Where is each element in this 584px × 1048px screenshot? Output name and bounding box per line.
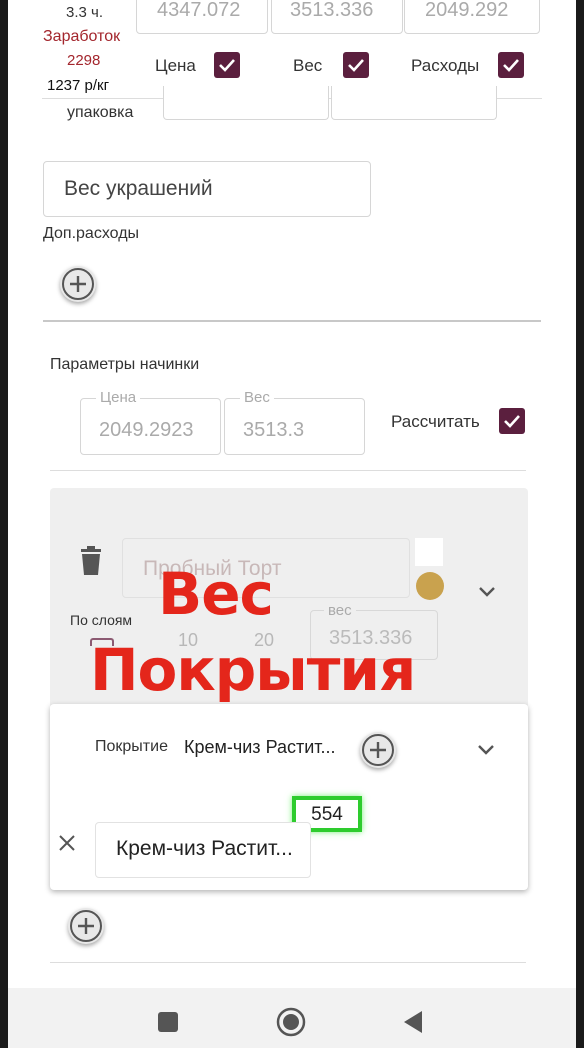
plus-icon bbox=[362, 734, 394, 766]
price-per-kg: 1237 р/кг bbox=[47, 77, 110, 94]
check-expenses-checkbox[interactable] bbox=[498, 52, 524, 78]
decoration-weight-input[interactable]: Вес украшений bbox=[43, 161, 371, 217]
back-triangle-icon[interactable] bbox=[402, 1010, 424, 1034]
add-coating-button[interactable] bbox=[360, 732, 396, 768]
top-field-3[interactable]: 2049.292 bbox=[404, 0, 540, 34]
overlay-caption-line2: Покрытия bbox=[90, 636, 416, 704]
filling-price-legend: Цена bbox=[96, 389, 141, 406]
cake-weight-legend: вес bbox=[324, 602, 356, 619]
filling-weight-value: 3513.3 bbox=[243, 419, 305, 441]
packaging-field-1[interactable] bbox=[163, 86, 329, 120]
coating-item-name: Крем-чиз Растит... bbox=[116, 837, 293, 860]
check-weight-checkbox[interactable] bbox=[343, 52, 369, 78]
plus-icon bbox=[70, 910, 102, 942]
cake-color-swatch-white[interactable] bbox=[415, 538, 443, 566]
decoration-weight-placeholder: Вес украшений bbox=[64, 177, 213, 200]
coating-card: Покрытие Крем-чиз Растит... 554 Крем-чиз… bbox=[50, 704, 528, 890]
calculate-checkbox[interactable] bbox=[499, 408, 525, 434]
cake-color-swatch-gold[interactable] bbox=[416, 572, 444, 600]
hours-text: 3.3 ч. bbox=[66, 4, 104, 21]
top-field-2-value: 3513.336 bbox=[290, 0, 374, 21]
filling-price-value: 2049.2923 bbox=[99, 419, 194, 441]
top-field-1[interactable]: 4347.072 bbox=[136, 0, 268, 34]
plus-icon bbox=[62, 268, 94, 300]
filling-weight-legend: Вес bbox=[240, 389, 274, 406]
check-price-checkbox[interactable] bbox=[214, 52, 240, 78]
check-expenses-label: Расходы bbox=[411, 56, 480, 75]
section-divider-1 bbox=[43, 320, 541, 322]
earnings-value: 2298 bbox=[67, 52, 101, 69]
check-weight-label: Вес bbox=[293, 56, 323, 75]
packaging-label: упаковка bbox=[67, 104, 134, 121]
coating-item-field[interactable]: Крем-чиз Растит... bbox=[95, 822, 311, 878]
filling-weight-field[interactable]: 3513.3 bbox=[224, 398, 365, 455]
close-icon[interactable] bbox=[58, 834, 76, 852]
top-field-2[interactable]: 3513.336 bbox=[271, 0, 403, 34]
home-circle-icon[interactable] bbox=[276, 1007, 306, 1037]
trash-icon[interactable] bbox=[79, 546, 103, 576]
overlay-caption-line1: Вес bbox=[158, 560, 274, 628]
filling-price-field[interactable]: 2049.2923 bbox=[80, 398, 221, 455]
extra-expenses-label: Доп.расходы bbox=[43, 225, 140, 242]
check-price-label: Цена bbox=[155, 56, 196, 75]
coating-selected[interactable]: Крем-чиз Растит... bbox=[184, 737, 336, 758]
square-icon[interactable] bbox=[158, 1012, 178, 1032]
system-navbar bbox=[8, 988, 576, 1048]
app-screen: 3.3 ч. Заработок 2298 1237 р/кг 4347.072… bbox=[8, 0, 576, 1048]
add-expense-button[interactable] bbox=[60, 266, 96, 302]
calculate-label: Рассчитать bbox=[391, 412, 480, 431]
by-layers-label: По слоям bbox=[70, 612, 133, 628]
coating-label: Покрытие bbox=[95, 738, 168, 755]
top-field-1-value: 4347.072 bbox=[157, 0, 241, 21]
chevron-down-icon[interactable] bbox=[477, 744, 495, 756]
packaging-field-2[interactable] bbox=[331, 86, 497, 120]
chevron-down-icon[interactable] bbox=[478, 586, 496, 598]
add-layer-button[interactable] bbox=[68, 908, 104, 944]
section-divider-2 bbox=[50, 470, 526, 471]
section-divider-3 bbox=[50, 962, 526, 963]
filling-section-title: Параметры начинки bbox=[50, 356, 200, 373]
top-field-3-value: 2049.292 bbox=[425, 0, 509, 21]
earnings-label: Заработок bbox=[43, 28, 121, 45]
